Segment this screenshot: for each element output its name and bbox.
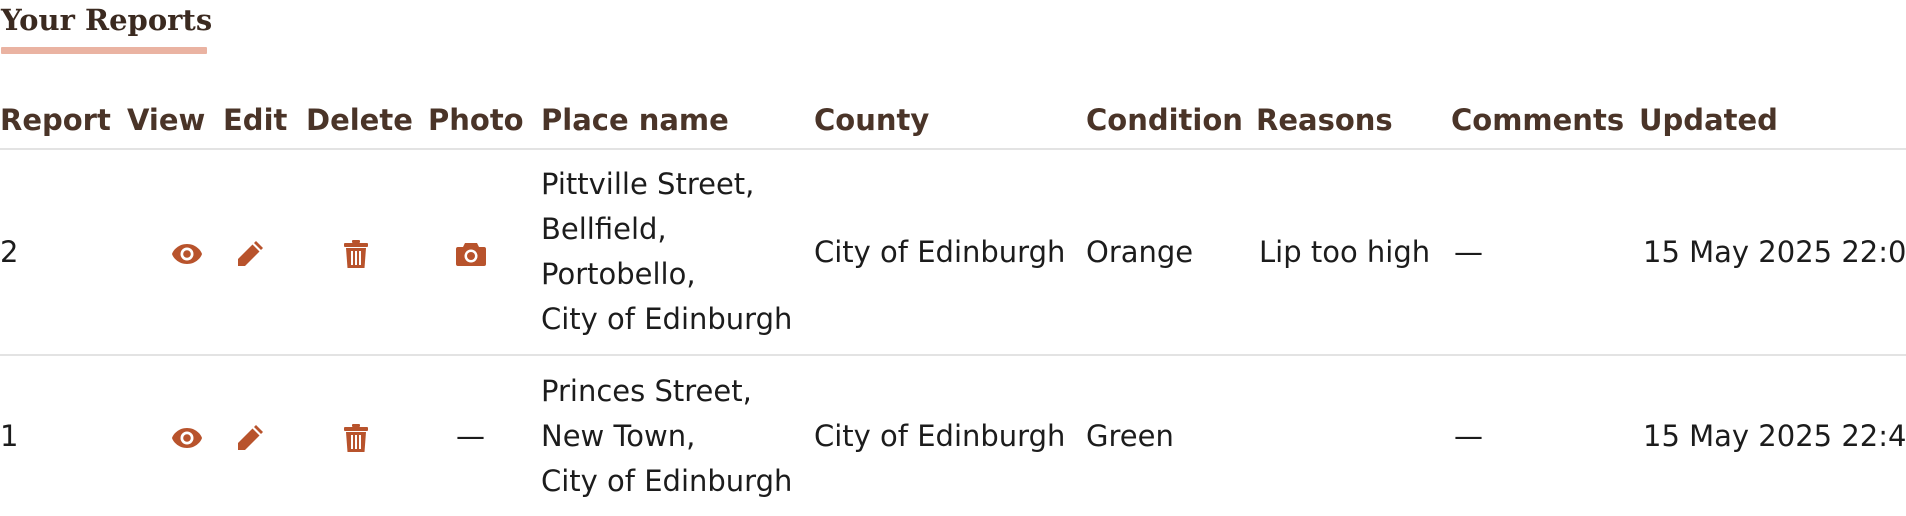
camera-icon[interactable] xyxy=(455,241,487,267)
table-header-row: Report View Edit Delete Photo Place name… xyxy=(0,92,1906,150)
header-county: County xyxy=(814,92,1086,150)
header-condition: Condition xyxy=(1086,92,1256,150)
place-line: City of Edinburgh xyxy=(541,302,793,336)
eye-icon[interactable] xyxy=(171,243,203,265)
photo-missing: — xyxy=(456,418,485,453)
updated-cell: 15 May 2025 22:48 xyxy=(1643,418,1906,453)
title-underline xyxy=(1,47,207,54)
condition-cell: Orange xyxy=(1086,149,1256,356)
page-title: Your Reports xyxy=(1,3,213,37)
table-row: 2 Pittville Street, Bellfield, Portobell… xyxy=(0,149,1906,356)
header-report: Report xyxy=(0,92,127,150)
header-view: View xyxy=(127,92,223,150)
pencil-icon[interactable] xyxy=(234,422,266,454)
place-line: Pittville Street, xyxy=(541,167,755,201)
comments-cell: — xyxy=(1451,149,1639,356)
header-photo: Photo xyxy=(428,92,541,150)
eye-icon[interactable] xyxy=(171,427,203,449)
condition-cell: Green xyxy=(1086,418,1174,453)
county-cell: City of Edinburgh xyxy=(814,149,1086,356)
trash-icon[interactable] xyxy=(343,423,369,453)
table-row: 1 — Princes Street, New Town, City of Ed… xyxy=(0,355,1906,516)
place-name-cell: Princes Street, New Town, City of Edinbu… xyxy=(541,355,814,516)
place-line: Bellfield, xyxy=(541,212,667,246)
place-name-cell: Pittville Street, Bellfield, Portobello,… xyxy=(541,149,814,356)
reports-page: Your Reports Report View Edit Delete Pho… xyxy=(0,0,1906,513)
pencil-icon[interactable] xyxy=(234,238,266,270)
report-number: 1 xyxy=(0,418,19,453)
updated-cell: 15 May 2025 22:05 xyxy=(1639,149,1906,356)
header-delete: Delete xyxy=(306,92,428,150)
place-line: New Town, xyxy=(541,418,696,453)
trash-icon[interactable] xyxy=(343,239,369,269)
comments-cell: — xyxy=(1454,418,1483,453)
header-updated: Updated xyxy=(1639,92,1906,150)
place-line: City of Edinburgh xyxy=(541,463,793,498)
reasons-cell: Lip too high xyxy=(1256,149,1451,356)
place-line: Portobello, xyxy=(541,257,696,291)
report-number: 2 xyxy=(0,149,127,356)
header-reasons: Reasons xyxy=(1256,92,1451,150)
header-place-name: Place name xyxy=(541,92,814,150)
county-cell: City of Edinburgh xyxy=(814,418,1066,453)
header-comments: Comments xyxy=(1451,92,1639,150)
reports-table: Report View Edit Delete Photo Place name… xyxy=(0,92,1906,516)
reasons-cell xyxy=(1256,355,1451,516)
place-line: Princes Street, xyxy=(541,373,752,408)
header-edit: Edit xyxy=(223,92,306,150)
